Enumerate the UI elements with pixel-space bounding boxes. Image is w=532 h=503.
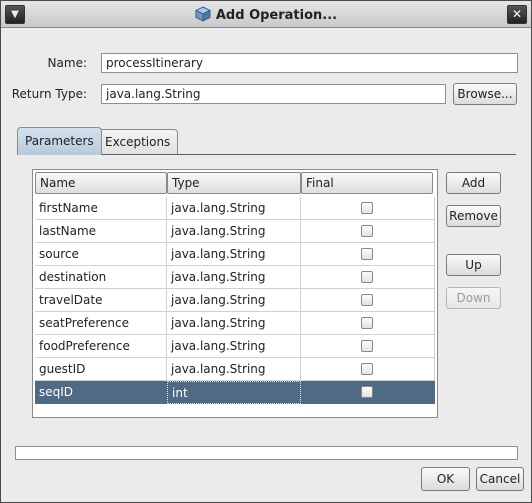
param-type-cell[interactable]: java.lang.String <box>167 358 301 381</box>
close-icon: ✕ <box>511 7 523 21</box>
param-type-cell[interactable]: java.lang.String <box>167 312 301 335</box>
param-name-cell[interactable]: firstName <box>35 197 167 220</box>
param-final-cell <box>301 220 435 243</box>
final-checkbox[interactable] <box>361 340 373 352</box>
param-type-cell[interactable]: java.lang.String <box>167 243 301 266</box>
table-row[interactable]: destination java.lang.String <box>35 266 435 289</box>
param-name-cell[interactable]: seqID <box>35 381 167 404</box>
param-name-cell[interactable]: destination <box>35 266 167 289</box>
param-name-cell[interactable]: source <box>35 243 167 266</box>
param-final-cell <box>301 243 435 266</box>
name-field[interactable] <box>101 53 518 73</box>
status-field <box>15 446 518 460</box>
title-wrap: Add Operation... <box>1 6 531 23</box>
final-checkbox[interactable] <box>361 317 373 329</box>
final-checkbox[interactable] <box>361 294 373 306</box>
down-button[interactable]: Down <box>446 287 501 309</box>
final-checkbox[interactable] <box>361 363 373 375</box>
title-bar[interactable]: ▼ Add Operation... ✕ <box>1 1 531 28</box>
final-checkbox[interactable] <box>361 386 373 398</box>
table-row[interactable]: firstName java.lang.String <box>35 197 435 220</box>
final-checkbox[interactable] <box>361 271 373 283</box>
param-type-cell[interactable]: java.lang.String <box>167 266 301 289</box>
param-name-cell[interactable]: travelDate <box>35 289 167 312</box>
browse-button[interactable]: Browse... <box>453 83 517 105</box>
column-header-name[interactable]: Name <box>35 172 167 194</box>
return-type-label: Return Type: <box>11 87 87 101</box>
param-final-cell <box>301 381 435 404</box>
final-checkbox[interactable] <box>361 248 373 260</box>
table-row[interactable]: lastName java.lang.String <box>35 220 435 243</box>
ok-button[interactable]: OK <box>421 467 470 491</box>
param-name-cell[interactable]: guestID <box>35 358 167 381</box>
add-operation-dialog: ▼ Add Operation... ✕ Name: Return Type: … <box>0 0 532 503</box>
param-final-cell <box>301 197 435 220</box>
param-name-cell[interactable]: lastName <box>35 220 167 243</box>
final-checkbox[interactable] <box>361 225 373 237</box>
param-name-cell[interactable]: foodPreference <box>35 335 167 358</box>
cube-icon <box>194 6 211 22</box>
param-name-cell[interactable]: seatPreference <box>35 312 167 335</box>
param-type-cell[interactable]: java.lang.String <box>167 335 301 358</box>
param-type-cell[interactable]: java.lang.String <box>167 220 301 243</box>
remove-button[interactable]: Remove <box>446 205 501 227</box>
column-header-final[interactable]: Final <box>301 172 433 194</box>
final-checkbox[interactable] <box>361 202 373 214</box>
param-type-cell[interactable]: int <box>167 381 301 404</box>
param-final-cell <box>301 266 435 289</box>
table-row[interactable]: seqID int <box>35 381 435 404</box>
table-row[interactable]: travelDate java.lang.String <box>35 289 435 312</box>
param-final-cell <box>301 335 435 358</box>
table-row[interactable]: guestID java.lang.String <box>35 358 435 381</box>
window-title: Add Operation... <box>215 8 338 23</box>
table-row[interactable]: seatPreference java.lang.String <box>35 312 435 335</box>
close-button[interactable]: ✕ <box>507 5 527 24</box>
param-final-cell <box>301 289 435 312</box>
param-type-cell[interactable]: java.lang.String <box>167 197 301 220</box>
return-type-field[interactable] <box>101 84 446 104</box>
parameters-table: Name Type Final firstName java.lang.Strin… <box>32 169 438 418</box>
name-label: Name: <box>47 56 87 70</box>
up-button[interactable]: Up <box>446 254 501 276</box>
column-header-type[interactable]: Type <box>167 172 301 194</box>
table-row[interactable]: source java.lang.String <box>35 243 435 266</box>
param-final-cell <box>301 312 435 335</box>
table-row[interactable]: foodPreference java.lang.String <box>35 335 435 358</box>
param-type-cell[interactable]: java.lang.String <box>167 289 301 312</box>
tab-parameters[interactable]: Parameters <box>17 127 102 155</box>
add-button[interactable]: Add <box>446 172 501 194</box>
cancel-button[interactable]: Cancel <box>476 467 524 491</box>
tab-exceptions[interactable]: Exceptions <box>97 129 179 154</box>
param-final-cell <box>301 358 435 381</box>
